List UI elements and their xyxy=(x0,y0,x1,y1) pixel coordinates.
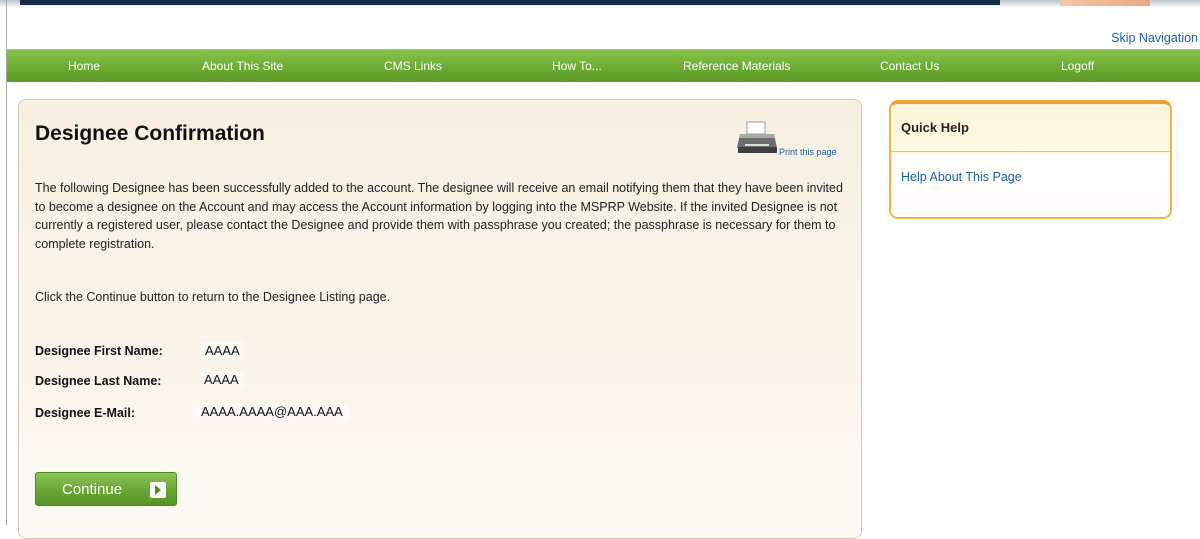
email-label: Designee E-Mail: xyxy=(35,406,136,420)
last-name-value: AAAA xyxy=(200,371,243,388)
main-nav-bar: Home About This Site CMS Links How To...… xyxy=(7,49,1200,82)
continue-button[interactable]: Continue xyxy=(35,472,177,506)
quick-help-divider xyxy=(891,151,1170,152)
nav-item-home[interactable]: Home xyxy=(68,59,100,73)
print-page-link[interactable]: Print this page xyxy=(779,147,837,157)
first-name-value: AAAA xyxy=(201,342,244,359)
continue-button-label: Continue xyxy=(62,481,123,498)
banner-dark-bar xyxy=(20,0,1000,5)
last-name-label: Designee Last Name: xyxy=(35,374,162,388)
help-about-page-link[interactable]: Help About This Page xyxy=(901,170,1022,184)
first-name-label: Designee First Name: xyxy=(35,344,163,358)
quick-help-panel: Quick Help Help About This Page xyxy=(889,100,1172,219)
nav-item-logoff[interactable]: Logoff xyxy=(1061,59,1094,73)
printer-icon[interactable] xyxy=(737,120,779,156)
quick-help-title: Quick Help xyxy=(901,120,969,135)
banner-accent xyxy=(1060,0,1150,6)
nav-item-about-this-site[interactable]: About This Site xyxy=(202,59,283,73)
skip-navigation-link[interactable]: Skip Navigation xyxy=(1111,31,1198,45)
continue-instruction: Click the Continue button to return to t… xyxy=(35,290,391,304)
arrow-right-icon xyxy=(150,482,166,498)
nav-item-how-to[interactable]: How To... xyxy=(552,59,602,73)
nav-item-reference-materials[interactable]: Reference Materials xyxy=(683,59,790,73)
confirmation-message: The following Designee has been successf… xyxy=(35,181,843,251)
content-panel: Designee Confirmation Print this page Th… xyxy=(18,99,862,539)
nav-item-cms-links[interactable]: CMS Links xyxy=(384,59,442,73)
email-value: AAAA.AAAA@AAA.AAA xyxy=(193,403,349,420)
nav-item-contact-us[interactable]: Contact Us xyxy=(880,59,939,73)
page-title: Designee Confirmation xyxy=(35,122,265,145)
top-banner-strip xyxy=(0,0,1200,8)
